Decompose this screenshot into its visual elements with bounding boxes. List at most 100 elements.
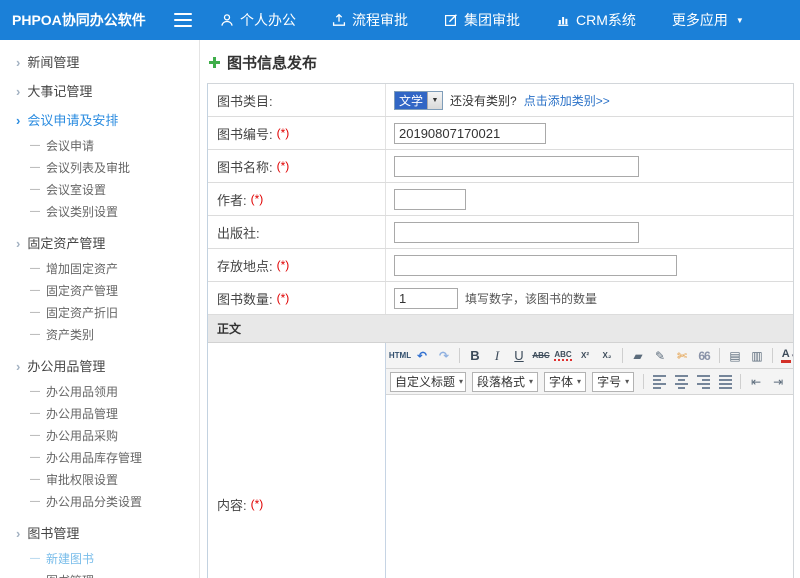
- eraser-button[interactable]: ▰: [628, 346, 648, 366]
- spellcheck-icon: ABC: [554, 351, 571, 361]
- top-nav-crm-system[interactable]: CRM系统: [556, 10, 636, 30]
- menu-toggle-button[interactable]: [174, 13, 192, 27]
- align-left-button[interactable]: [649, 372, 669, 392]
- caret-down-icon: ▾: [459, 377, 463, 386]
- underline-button[interactable]: U: [509, 346, 529, 366]
- form-row-publisher: 出版社:: [208, 216, 793, 249]
- top-nav-group-approval[interactable]: 集团审批: [444, 10, 520, 30]
- sidebar-group-title-4[interactable]: ›办公用品管理: [0, 352, 199, 381]
- undo-button[interactable]: ↶: [412, 346, 432, 366]
- blockquote-button[interactable]: 66: [694, 346, 714, 366]
- add-category-link[interactable]: 点击添加类别>>: [524, 92, 610, 109]
- quantity-label: 图书数量: (*): [208, 282, 386, 314]
- align-justify-button[interactable]: [715, 372, 735, 392]
- indent-button[interactable]: ⇥: [768, 372, 788, 392]
- required-mark: (*): [277, 159, 290, 173]
- nav-label: 个人办公: [240, 10, 296, 30]
- top-nav-process-approval[interactable]: 流程审批: [332, 10, 408, 30]
- sidebar-item[interactable]: —办公用品采购: [0, 425, 199, 447]
- quantity-input[interactable]: [394, 288, 458, 309]
- sidebar-item[interactable]: —会议类别设置: [0, 201, 199, 223]
- sidebar-group: ›新闻管理: [0, 48, 199, 77]
- superscript-icon: X²: [581, 352, 589, 360]
- subscript-button[interactable]: X₂: [597, 346, 617, 366]
- sidebar-item[interactable]: —审批权限设置: [0, 469, 199, 491]
- sidebar-group-title-2[interactable]: ›会议申请及安排: [0, 106, 199, 135]
- sidebar-item[interactable]: —资产类别: [0, 324, 199, 346]
- category-select-value: 文学: [395, 92, 427, 109]
- strikethrough-button[interactable]: ABC: [531, 346, 551, 366]
- sidebar-group-title-3[interactable]: ›固定资产管理: [0, 229, 199, 258]
- dash-icon: —: [30, 570, 40, 578]
- sidebar-group-title-5[interactable]: ›图书管理: [0, 519, 199, 548]
- clear-format-button[interactable]: ✄: [672, 346, 692, 366]
- sidebar-item[interactable]: —办公用品分类设置: [0, 491, 199, 513]
- spellcheck-button[interactable]: ABC: [553, 346, 573, 366]
- sidebar-group-title-1[interactable]: ›大事记管理: [0, 77, 199, 106]
- subscript-icon: X₂: [603, 352, 612, 360]
- topbar: PHPOA协同办公软件 个人办公 流程审批 集团审批 CRM系统 更多应用▼: [0, 0, 800, 40]
- eraser-icon: ▰: [633, 350, 642, 362]
- caret-down-icon: ▾: [625, 377, 629, 386]
- caret-down-icon: ▾: [577, 377, 581, 386]
- toolbar-separator: [740, 374, 741, 389]
- field-label: 图书类目:: [217, 91, 273, 110]
- redo-button[interactable]: ↷: [434, 346, 454, 366]
- font-color-button[interactable]: A▾: [778, 346, 793, 366]
- sidebar-item-label: 办公用品库存管理: [46, 447, 142, 469]
- dash-icon: —: [30, 135, 40, 157]
- book-form: 图书类目: 文学 ▼ 还没有类别? 点击添加类别>> 图书编号: (*): [207, 83, 794, 578]
- font-select[interactable]: 字体 ▾: [544, 372, 586, 392]
- book-number-input[interactable]: [394, 123, 546, 144]
- field-label: 内容:: [217, 495, 247, 514]
- align-center-button[interactable]: [671, 372, 691, 392]
- chevron-right-icon: ›: [16, 519, 20, 548]
- font-select-label: 字体: [549, 373, 573, 390]
- field-label: 图书名称:: [217, 157, 273, 176]
- sidebar-item[interactable]: —增加固定资产: [0, 258, 199, 280]
- editor-content[interactable]: [386, 395, 793, 578]
- outdent-button[interactable]: ⇤: [746, 372, 766, 392]
- author-input[interactable]: [394, 189, 466, 210]
- sidebar-item-label: 办公用品采购: [46, 425, 118, 447]
- superscript-button[interactable]: X²: [575, 346, 595, 366]
- format-painter-icon: ✎: [655, 350, 665, 362]
- paste-text-button[interactable]: ▤: [725, 346, 745, 366]
- size-select-label: 字号: [597, 373, 621, 390]
- bold-button[interactable]: B: [465, 346, 485, 366]
- sidebar-group-title-0[interactable]: ›新闻管理: [0, 48, 199, 77]
- style-select[interactable]: 自定义标题▾: [390, 372, 466, 392]
- location-input[interactable]: [394, 255, 677, 276]
- paste-word-button[interactable]: ▥: [747, 346, 767, 366]
- caret-down-icon: ▼: [736, 16, 744, 25]
- sidebar-item[interactable]: —图书管理: [0, 570, 199, 578]
- sidebar-item[interactable]: —会议列表及审批: [0, 157, 199, 179]
- category-select[interactable]: 文学 ▼: [394, 91, 443, 110]
- sidebar-item[interactable]: —固定资产折旧: [0, 302, 199, 324]
- sidebar-item[interactable]: —会议申请: [0, 135, 199, 157]
- sidebar-item[interactable]: —办公用品管理: [0, 403, 199, 425]
- sidebar-item[interactable]: —办公用品库存管理: [0, 447, 199, 469]
- form-row-book-number: 图书编号: (*): [208, 117, 793, 150]
- size-select[interactable]: 字号 ▾: [592, 372, 634, 392]
- top-nav-personal-office[interactable]: 个人办公: [220, 10, 296, 30]
- app-logo[interactable]: PHPOA协同办公软件: [0, 10, 168, 30]
- main-content: 图书信息发布 图书类目: 文学 ▼ 还没有类别? 点击添加类别>> 图书编号: …: [201, 40, 800, 578]
- sidebar-item[interactable]: —办公用品领用: [0, 381, 199, 403]
- user-icon: [220, 13, 234, 27]
- sidebar-item[interactable]: —固定资产管理: [0, 280, 199, 302]
- sidebar-group-items: —会议申请—会议列表及审批—会议室设置—会议类别设置: [0, 135, 199, 223]
- sidebar-item[interactable]: —新建图书: [0, 548, 199, 570]
- sidebar-group-label: 会议申请及安排: [27, 106, 118, 135]
- italic-button[interactable]: I: [487, 346, 507, 366]
- book-name-input[interactable]: [394, 156, 639, 177]
- format-painter-button[interactable]: ✎: [650, 346, 670, 366]
- author-label: 作者: (*): [208, 183, 386, 215]
- sidebar-item[interactable]: —会议室设置: [0, 179, 199, 201]
- top-nav-more-apps[interactable]: 更多应用▼: [672, 10, 744, 30]
- html-source-button[interactable]: HTML: [390, 346, 410, 366]
- publisher-input[interactable]: [394, 222, 639, 243]
- sidebar-item-label: 会议列表及审批: [46, 157, 130, 179]
- format-select[interactable]: 段落格式▾: [472, 372, 538, 392]
- align-right-button[interactable]: [693, 372, 713, 392]
